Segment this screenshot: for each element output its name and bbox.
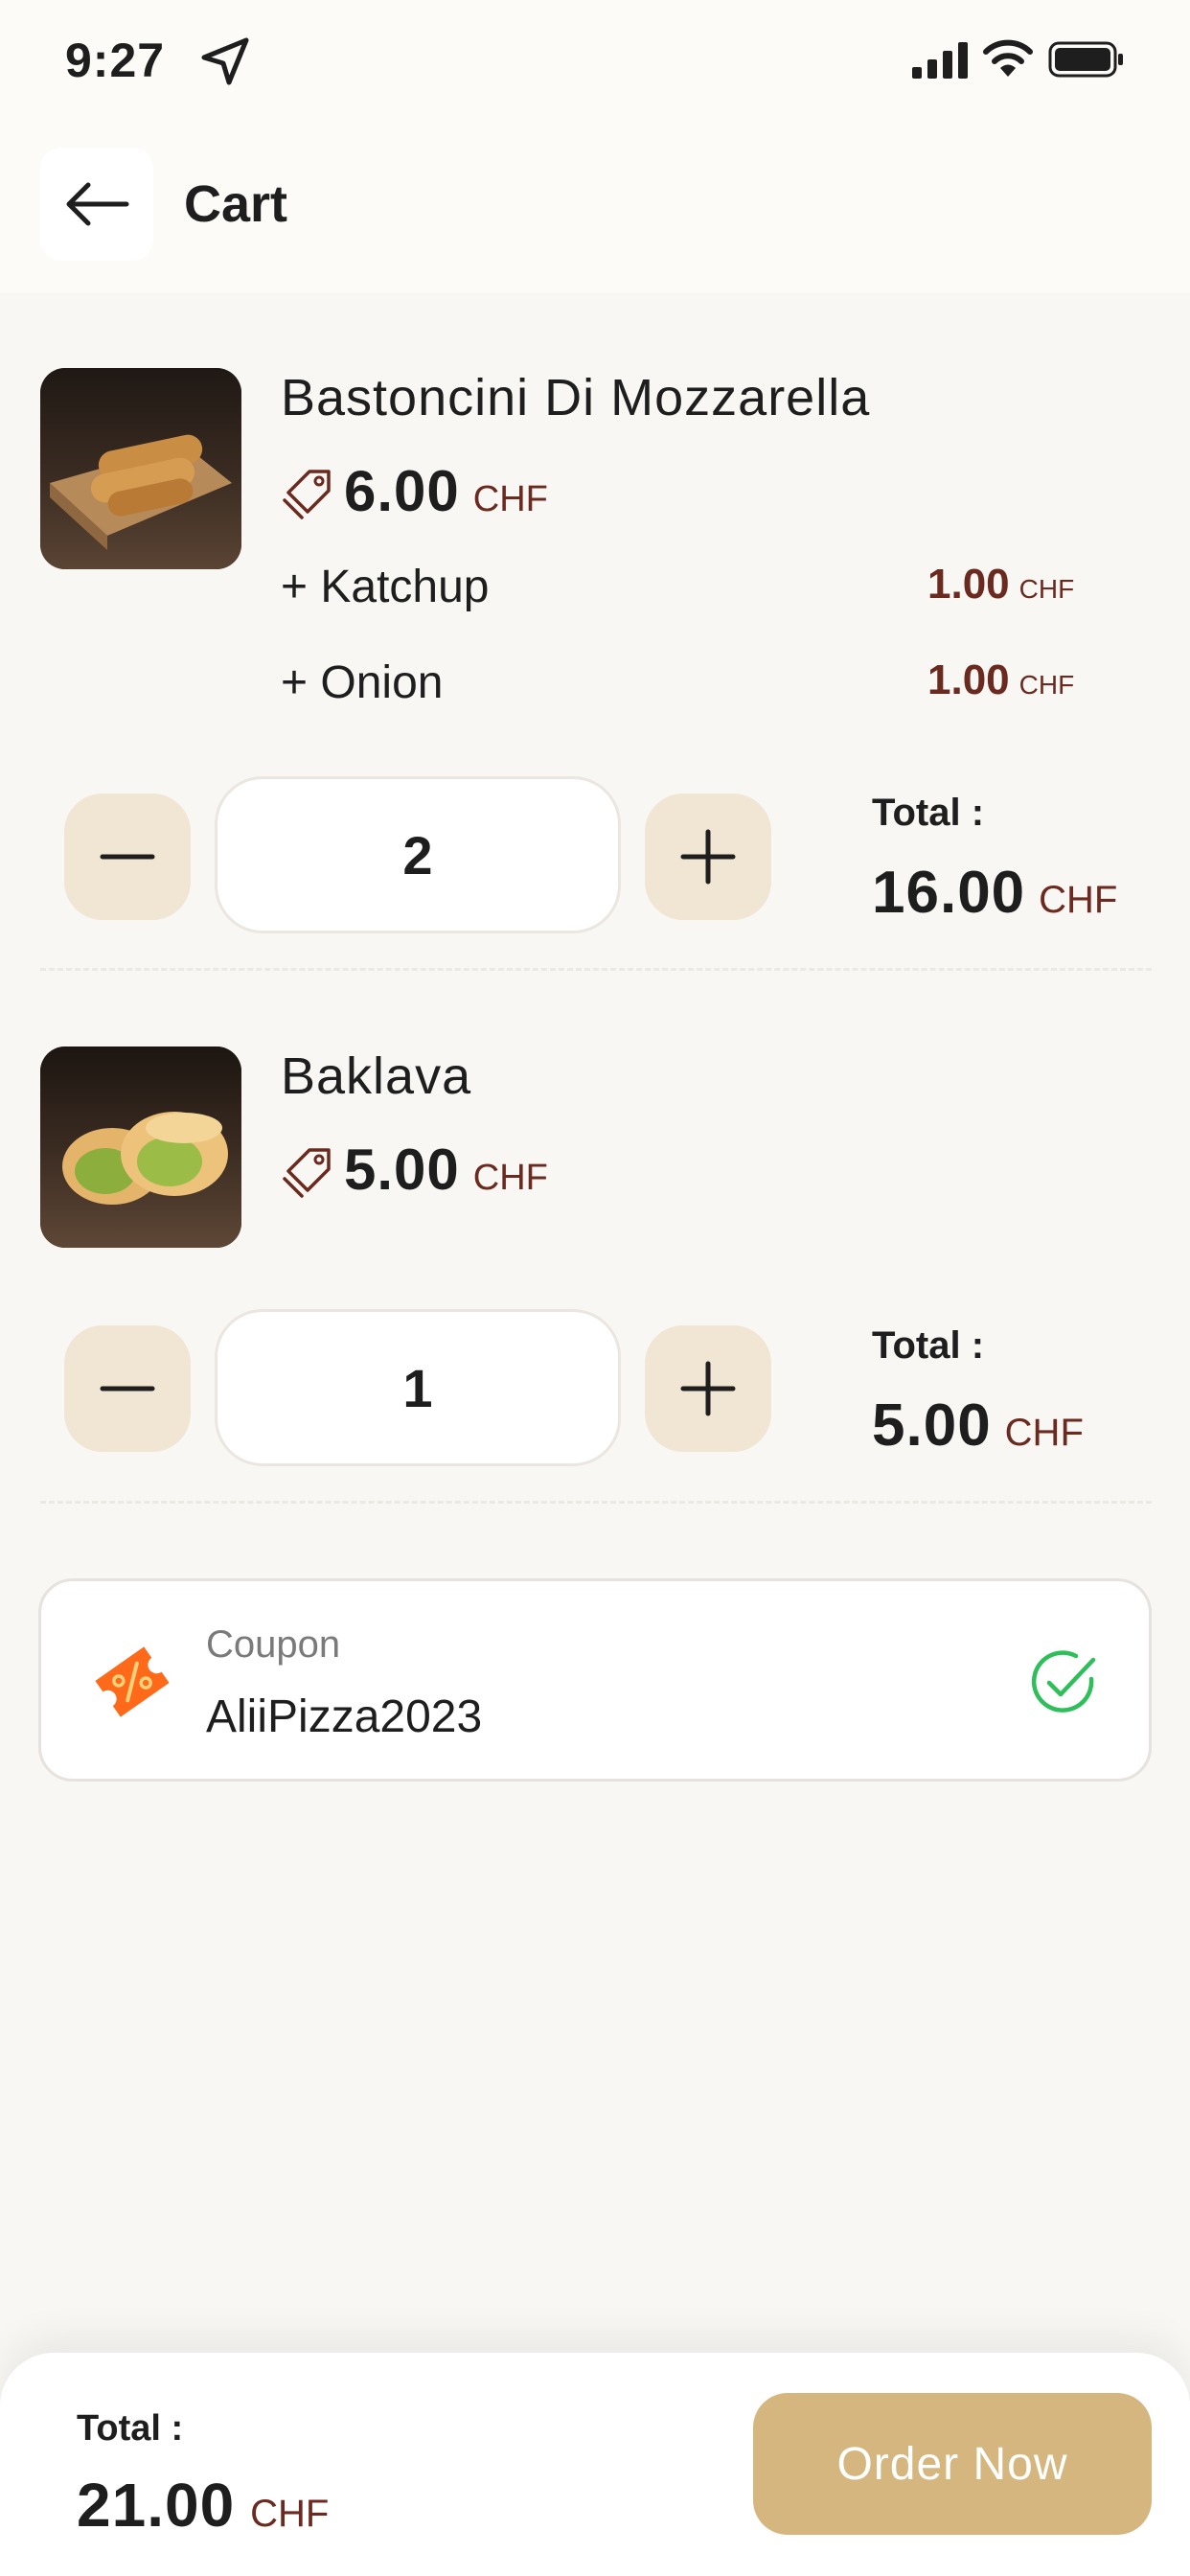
quantity-field[interactable]: 2 <box>215 776 621 933</box>
minus-icon <box>100 854 155 860</box>
minus-icon <box>100 1386 155 1392</box>
item-name: Baklava <box>281 1047 472 1105</box>
extra-price-value: 1.00 <box>927 561 1010 608</box>
extra-price: 1.00 CHF <box>927 561 1074 609</box>
item-total-currency: CHF <box>1004 1412 1084 1454</box>
extra-name: + Katchup <box>281 562 490 612</box>
item-total-value: 5.00 <box>872 1392 992 1459</box>
item-total: 16.00 CHF <box>872 859 1117 927</box>
increment-button[interactable] <box>645 794 771 920</box>
coupon-card[interactable]: Coupon AliiPizza2023 <box>38 1578 1152 1782</box>
cart-total-currency: CHF <box>250 2493 330 2535</box>
extra-price: 1.00 CHF <box>927 656 1074 704</box>
item-total: 5.00 CHF <box>872 1392 1084 1460</box>
battery-icon <box>1048 41 1123 78</box>
price-value: 6.00 <box>344 459 460 523</box>
page-title: Cart <box>184 175 288 233</box>
cart-total: 21.00 CHF <box>77 2470 329 2541</box>
decrement-button[interactable] <box>64 1325 191 1452</box>
back-button[interactable] <box>40 148 153 261</box>
extra-price-value: 1.00 <box>927 656 1010 703</box>
product-image-baklava <box>40 1046 241 1248</box>
coupon-label: Coupon <box>206 1623 341 1666</box>
price-tag-icon <box>283 1147 331 1198</box>
price-currency: CHF <box>472 479 548 519</box>
coupon-code: AliiPizza2023 <box>206 1691 483 1742</box>
product-image-mozzarella-sticks <box>40 368 241 569</box>
cart-total-label: Total : <box>77 2408 184 2449</box>
item-total-label: Total : <box>872 792 985 834</box>
item-total-currency: CHF <box>1039 879 1118 921</box>
wifi-icon <box>983 39 1033 77</box>
plus-icon <box>680 1361 736 1416</box>
order-now-button[interactable]: Order Now <box>753 2393 1152 2535</box>
increment-button[interactable] <box>645 1325 771 1452</box>
extra-name: + Onion <box>281 657 444 708</box>
price-tag-icon <box>283 469 331 519</box>
plus-icon <box>680 829 736 885</box>
item-total-label: Total : <box>872 1324 985 1367</box>
check-circle-icon <box>1031 1650 1096 1713</box>
extra-price-currency: CHF <box>1018 670 1075 700</box>
arrow-left-icon <box>66 182 129 226</box>
status-time: 9:27 <box>65 34 166 87</box>
cart-total-value: 21.00 <box>77 2471 236 2540</box>
quantity-field[interactable]: 1 <box>215 1309 621 1466</box>
extra-price-currency: CHF <box>1018 574 1075 604</box>
price-currency: CHF <box>472 1158 548 1198</box>
cellular-signal-icon <box>912 42 968 79</box>
item-price: 6.00 CHF <box>281 458 548 524</box>
item-divider <box>40 968 1152 971</box>
item-divider <box>40 1501 1152 1504</box>
location-arrow-icon <box>201 37 249 85</box>
status-bar: 9:27 <box>0 0 1190 125</box>
header: Cart <box>0 125 1190 292</box>
item-name: Bastoncini Di Mozzarella <box>281 369 871 426</box>
checkout-bar: Total : 21.00 CHF Order Now <box>0 2353 1190 2576</box>
item-total-value: 16.00 <box>872 860 1026 926</box>
price-value: 5.00 <box>344 1138 460 1202</box>
coupon-ticket-icon <box>95 1646 170 1717</box>
decrement-button[interactable] <box>64 794 191 920</box>
item-price: 5.00 CHF <box>281 1137 548 1203</box>
